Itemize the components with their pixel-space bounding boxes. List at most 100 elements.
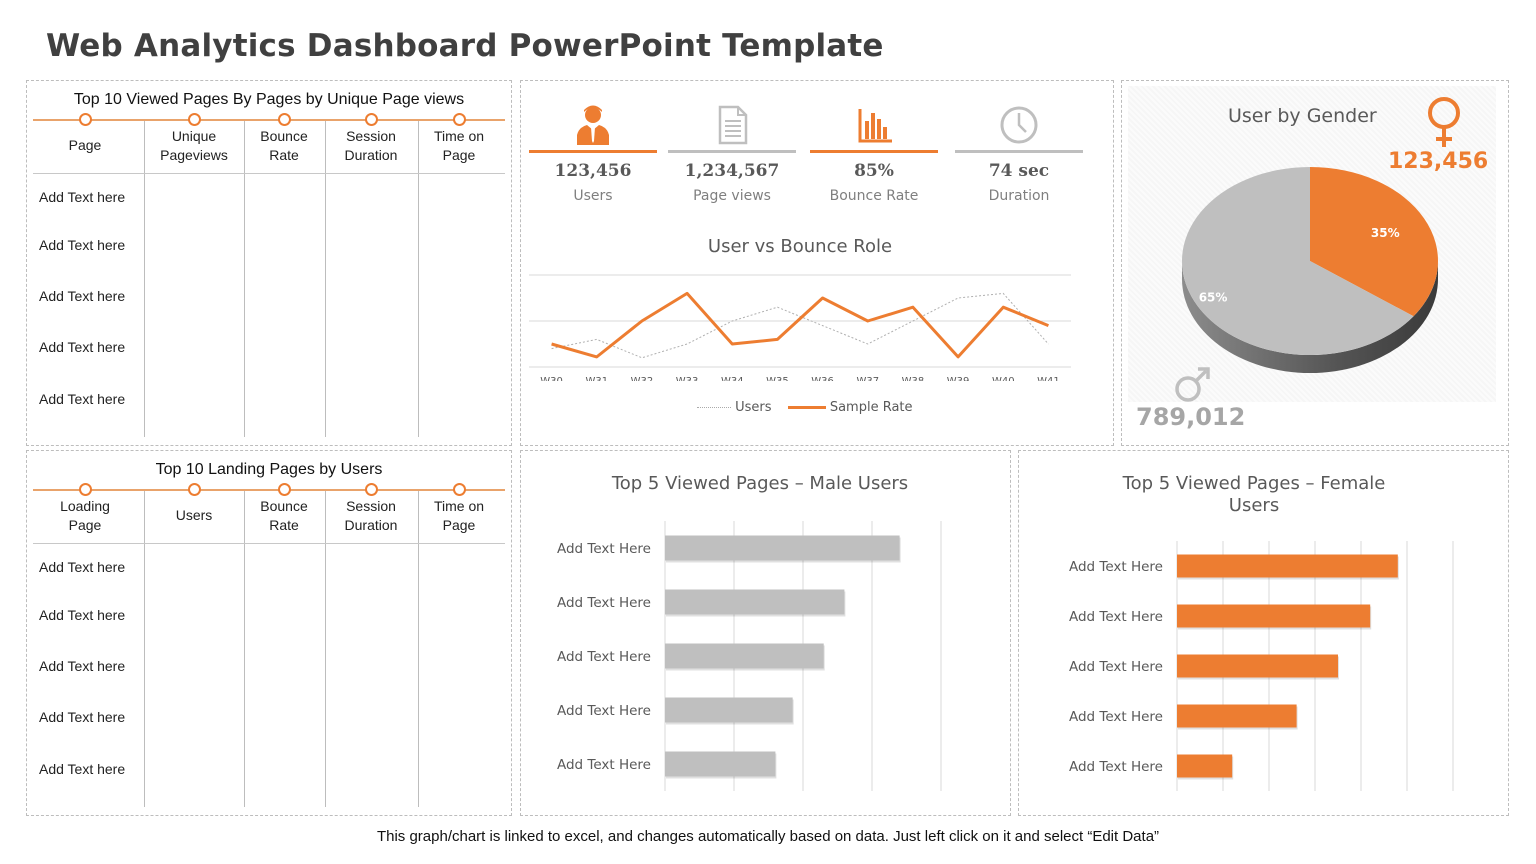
bar-chart-icon — [858, 109, 892, 143]
line-chart-legend: Users Sample Rate — [697, 400, 913, 415]
column-header: Session Duration — [344, 128, 398, 163]
kpi-label: Bounce Rate — [829, 188, 919, 204]
legend-swatch-users — [697, 407, 731, 408]
line-chart-title: User vs Bounce Role — [707, 236, 893, 257]
bar — [665, 643, 824, 669]
table-title: Top 10 Landing Pages by Users — [155, 461, 383, 478]
timeline-dot — [278, 483, 291, 496]
table-row[interactable]: Add Text here — [39, 658, 125, 674]
pie-chart[interactable]: 35% 65% — [1172, 161, 1452, 381]
male-bar-chart[interactable]: Add Text Here Add Text Here Add Text Here A… — [521, 511, 1012, 801]
timeline-dot — [278, 113, 291, 126]
kpi-value: 85% — [854, 161, 894, 181]
bar — [665, 697, 793, 723]
y-tick-label: Add Text Here — [557, 595, 651, 611]
kpi-underline — [955, 150, 1083, 153]
bar — [1177, 754, 1233, 778]
column-divider — [244, 491, 245, 807]
timeline-dot — [188, 483, 201, 496]
legend-label: Sample Rate — [829, 400, 913, 415]
column-header: Unique Pageviews — [160, 128, 228, 163]
table-row[interactable]: Add Text here — [39, 559, 125, 575]
legend-swatch-sample-rate — [787, 406, 826, 409]
kpi-label: Duration — [988, 188, 1050, 204]
bar — [1177, 554, 1398, 578]
table-row[interactable]: Add Text here — [39, 709, 125, 725]
bar — [665, 589, 845, 615]
kpi-underline — [810, 150, 938, 153]
document-icon — [718, 105, 748, 145]
y-tick-label: Add Text Here — [1069, 559, 1163, 575]
line-chart[interactable]: W30 W31 W32 W33 W34 W35 W36 W37 W38 W39 W40 W41 — [521, 261, 1115, 381]
table-row[interactable]: Add Text here — [39, 288, 125, 304]
kpi-underline — [668, 150, 796, 153]
pie-data-label: 35% — [1371, 226, 1400, 240]
timeline-dot — [365, 483, 378, 496]
y-tick-label: Add Text Here — [557, 649, 651, 665]
x-tick-label: W36 — [811, 376, 834, 381]
series-line-sample-rate — [551, 291, 1049, 359]
y-tick-label: Add Text Here — [557, 703, 651, 719]
column-divider — [418, 121, 419, 437]
male-chart-title: Top 5 Viewed Pages – Male Users — [611, 473, 909, 494]
timeline-dot — [365, 113, 378, 126]
kpi-label: Users — [573, 188, 613, 204]
table-row[interactable]: Add Text here — [39, 607, 125, 623]
y-tick-label: Add Text Here — [557, 541, 651, 557]
column-header: Session Duration — [344, 498, 398, 533]
x-tick-label: W37 — [856, 376, 879, 381]
user-icon — [577, 105, 609, 145]
x-tick-label: W30 — [540, 376, 563, 381]
x-tick-label: W31 — [585, 376, 608, 381]
top10-viewed-panel: Top 10 Viewed Pages By Pages by Unique P… — [26, 80, 512, 446]
gender-panel: User by Gender 123,456 35% 65% 789,012 — [1121, 80, 1509, 446]
table-row[interactable]: Add Text here — [39, 761, 125, 777]
male-count: 789,012 — [1136, 403, 1246, 431]
column-header: Users — [175, 507, 213, 523]
table-row[interactable]: Add Text here — [39, 237, 125, 253]
female-chart-title: Top 5 Viewed Pages – Female Users — [1122, 473, 1386, 516]
kpi-underline — [529, 150, 657, 153]
timeline-line — [33, 489, 505, 491]
table-row[interactable]: Add Text here — [39, 339, 125, 355]
y-tick-label: Add Text Here — [1069, 609, 1163, 625]
top10-landing-panel: Top 10 Landing Pages by Users Loading Pag… — [26, 450, 512, 816]
column-divider — [244, 121, 245, 437]
column-header: Loading Page — [60, 498, 110, 533]
male-bar-panel: Top 5 Viewed Pages – Male Users Add Text… — [520, 450, 1011, 816]
x-tick-label: W41 — [1037, 376, 1060, 381]
timeline-dot — [79, 113, 92, 126]
x-tick-label: W32 — [631, 376, 654, 381]
male-icon — [1175, 367, 1210, 402]
y-tick-label: Add Text Here — [1069, 659, 1163, 675]
header-divider — [33, 543, 505, 544]
bar — [1177, 704, 1297, 728]
footer-note: This graph/chart is linked to excel, and… — [376, 828, 1160, 845]
x-tick-label: W40 — [992, 376, 1015, 381]
page-title: Web Analytics Dashboard PowerPoint Templ… — [46, 28, 884, 64]
gender-chart-title: User by Gender — [1228, 105, 1377, 127]
bar — [1177, 604, 1371, 628]
timeline-dot — [79, 483, 92, 496]
female-bar-chart[interactable]: Add Text Here Add Text Here Add Text Here A… — [1019, 531, 1510, 801]
table-row[interactable]: Add Text here — [39, 189, 125, 205]
x-tick-label: W33 — [676, 376, 699, 381]
column-divider — [144, 121, 145, 437]
female-bar-panel: Top 5 Viewed Pages – Female Users Add Te… — [1018, 450, 1509, 816]
column-divider — [418, 491, 419, 807]
table-title: Top 10 Viewed Pages By Pages by Unique P… — [73, 91, 465, 108]
timeline-line — [33, 119, 505, 121]
clock-icon — [1000, 106, 1038, 144]
column-header: Page — [68, 137, 102, 153]
column-divider — [325, 121, 326, 437]
series-line-users — [551, 292, 1049, 359]
column-header: Bounce Rate — [260, 498, 308, 533]
timeline-dot — [453, 483, 466, 496]
column-divider — [144, 491, 145, 807]
table-row[interactable]: Add Text here — [39, 391, 125, 407]
bar — [665, 535, 900, 561]
pie-data-label: 65% — [1199, 290, 1228, 304]
bar — [665, 751, 776, 777]
timeline-dot — [453, 113, 466, 126]
x-tick-label: W35 — [766, 376, 789, 381]
